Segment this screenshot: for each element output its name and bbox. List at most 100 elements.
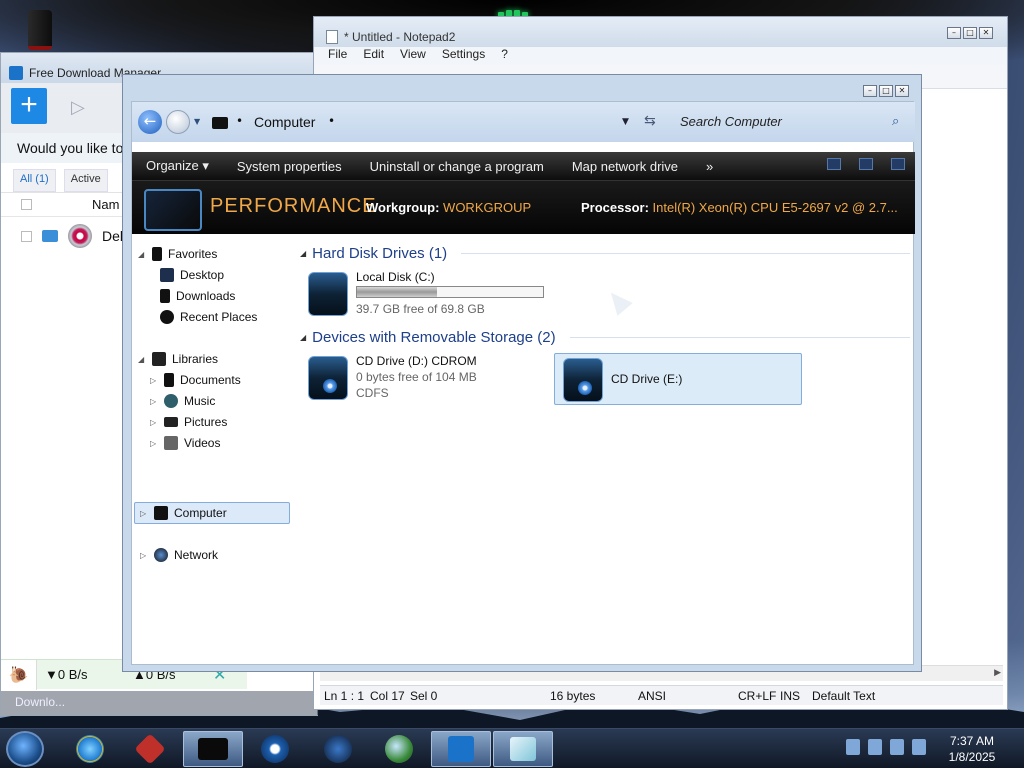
nav-network[interactable]: ▷ Network (140, 545, 218, 565)
scroll-right-icon[interactable]: ▶ (994, 668, 1001, 678)
breadcrumb-separator[interactable]: • (328, 114, 335, 128)
close-button[interactable]: ✕ (895, 85, 909, 97)
nav-favorites[interactable]: ◢ Favorites (138, 244, 217, 264)
nav-network-label: Network (174, 548, 219, 562)
nav-recent-places[interactable]: Recent Places (160, 307, 257, 327)
nav-videos[interactable]: ▷ Videos (150, 433, 220, 453)
maximize-button[interactable]: □ (963, 27, 977, 39)
drive-d[interactable]: CD Drive (D:) CDROM 0 bytes free of 104 … (300, 352, 548, 404)
processor-value: Intel(R) Xeon(R) CPU E5-2697 v2 @ 2.7... (652, 200, 898, 215)
forward-button[interactable] (166, 110, 190, 134)
minimize-button[interactable]: – (947, 27, 961, 39)
status-size: 16 bytes (550, 688, 596, 703)
performance-title: PERFORMANCE (210, 195, 377, 217)
taskbar-notepad[interactable] (493, 731, 553, 767)
recent-pages-icon[interactable]: ▼ (194, 117, 200, 126)
breadcrumb-separator[interactable]: • (236, 114, 243, 128)
expand-icon[interactable]: ▷ (150, 376, 158, 385)
nav-desktop[interactable]: Desktop (160, 265, 224, 285)
organize-button[interactable]: Organize ▾ (132, 158, 223, 174)
taskbar-network-app[interactable] (369, 731, 429, 767)
col-name[interactable]: Nam (92, 197, 119, 212)
taskbar-explorer[interactable] (183, 731, 243, 767)
address-text[interactable]: Computer (254, 114, 315, 130)
fdm-icon (448, 736, 474, 762)
snail-mode-icon[interactable]: 🐌 (1, 659, 37, 690)
taskbar-app-red[interactable] (120, 731, 180, 767)
row-checkbox[interactable] (21, 230, 32, 242)
recent-places-icon (160, 310, 174, 324)
uninstall-program-button[interactable]: Uninstall or change a program (356, 159, 558, 174)
more-commands-button[interactable]: » (692, 159, 727, 174)
change-view-icon[interactable] (827, 158, 841, 170)
taskbar-ie[interactable] (60, 731, 120, 767)
status-encoding[interactable]: ANSI (634, 689, 734, 703)
menu-view[interactable]: View (400, 47, 426, 65)
close-button[interactable]: ✕ (979, 27, 993, 39)
notepad-icon (510, 737, 536, 761)
back-button[interactable]: ← (138, 110, 162, 134)
nav-pictures[interactable]: ▷ Pictures (150, 412, 227, 432)
resume-icon[interactable]: ▷ (71, 97, 85, 118)
tab-active[interactable]: Active (63, 169, 108, 192)
maximize-button[interactable]: □ (879, 85, 893, 97)
expand-icon[interactable]: ▷ (150, 397, 158, 406)
monitor-icon[interactable] (890, 739, 904, 755)
shield-icon[interactable] (846, 739, 860, 755)
menu-settings[interactable]: Settings (442, 47, 485, 65)
fdm-logo-icon (9, 66, 23, 80)
add-download-button[interactable]: + (11, 88, 47, 124)
status-scheme[interactable]: Default Text (808, 689, 875, 703)
tab-all[interactable]: All (1) (13, 169, 56, 192)
collapse-icon[interactable]: ◢ (138, 250, 146, 259)
group-hard-disk-drives[interactable]: ◢ Hard Disk Drives (1) (300, 242, 910, 264)
network-icon (154, 548, 168, 562)
map-network-drive-button[interactable]: Map network drive (558, 159, 692, 174)
nav-libraries-label: Libraries (172, 352, 219, 366)
nav-computer[interactable]: ▷ Computer (140, 503, 227, 523)
select-all-checkbox[interactable] (21, 199, 32, 210)
explorer-window[interactable]: – □ ✕ ← ▼ • Computer • ▼ ⇆ Search Comput… (122, 74, 922, 672)
monitor-icon (144, 189, 202, 231)
status-eol[interactable]: CR+LF (734, 689, 776, 703)
expand-icon[interactable]: ▷ (150, 418, 158, 427)
volume-icon[interactable] (912, 739, 926, 755)
group-removable-storage[interactable]: ◢ Devices with Removable Storage (2) (300, 326, 910, 348)
collapse-icon[interactable]: ◢ (300, 333, 306, 342)
nav-libraries[interactable]: ◢ Libraries (138, 349, 218, 369)
search-icon[interactable]: ⌕ (892, 114, 899, 129)
folder-icon[interactable] (42, 230, 58, 242)
refresh-icon[interactable]: ⇆ (644, 113, 656, 129)
drive-e[interactable]: CD Drive (E:) (554, 353, 802, 405)
nav-documents[interactable]: ▷ Documents (150, 370, 241, 390)
downloads-icon (160, 289, 170, 303)
cd-drive-icon (563, 358, 603, 402)
search-input[interactable]: Search Computer (680, 114, 782, 129)
preview-pane-icon[interactable] (859, 158, 873, 170)
taskbar-media-player[interactable] (245, 731, 305, 767)
expand-icon[interactable]: ▷ (140, 509, 148, 518)
help-icon[interactable] (891, 158, 905, 170)
nav-music[interactable]: ▷ Music (150, 391, 215, 411)
collapse-icon[interactable]: ◢ (138, 355, 146, 364)
nav-downloads[interactable]: Downloads (160, 286, 235, 306)
expand-icon[interactable]: ▷ (140, 551, 148, 560)
expand-icon[interactable]: ▷ (150, 439, 158, 448)
collapse-icon[interactable]: ◢ (300, 249, 306, 258)
drive-c[interactable]: Local Disk (C:) 39.7 GB free of 69.8 GB (300, 268, 548, 320)
taskbar-fdm[interactable] (431, 731, 491, 767)
start-button[interactable] (6, 731, 44, 767)
menu-edit[interactable]: Edit (363, 47, 384, 65)
system-properties-button[interactable]: System properties (223, 159, 356, 174)
flag-icon[interactable] (868, 739, 882, 755)
clock[interactable]: 7:37 AM 1/8/2025 (940, 733, 1004, 765)
menu-help[interactable]: ? (501, 47, 508, 65)
taskbar-globe-app[interactable] (308, 731, 368, 767)
menu-file[interactable]: File (328, 47, 347, 65)
notepad-titlebar[interactable]: * Untitled - Notepad2 (314, 17, 1007, 47)
address-dropdown-icon[interactable]: ▼ (622, 117, 629, 127)
drive-d-free: 0 bytes free of 104 MB (356, 370, 477, 384)
desktop-icon (160, 268, 174, 282)
minimize-button[interactable]: – (863, 85, 877, 97)
computer-icon (198, 738, 228, 760)
